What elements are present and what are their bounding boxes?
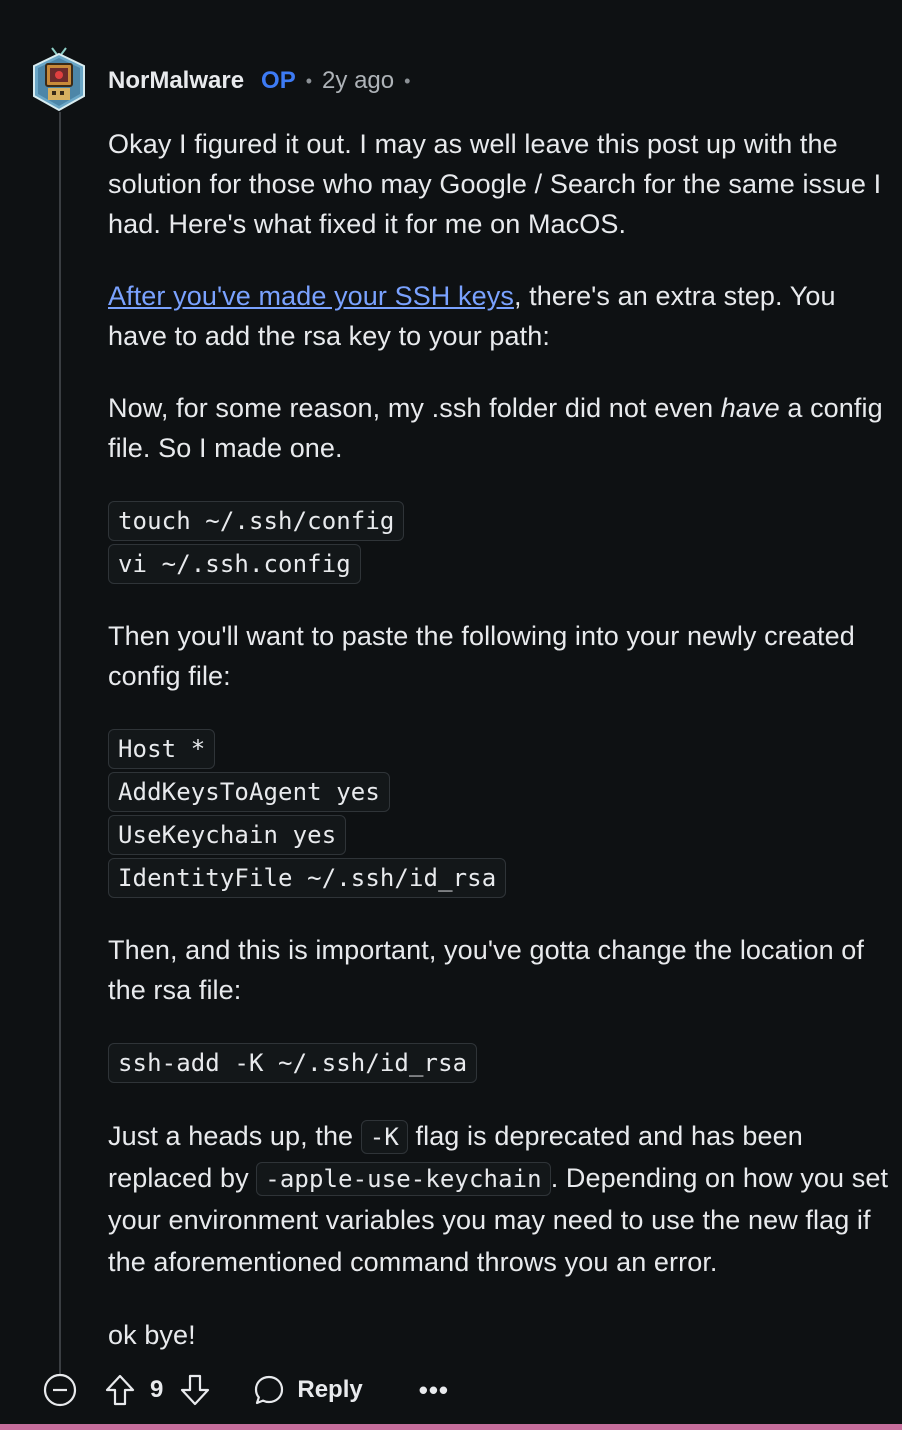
comment-body: Okay I figured it out. I may as well lea… xyxy=(108,124,898,1387)
comment-header: NorMalware OP • 2y ago • xyxy=(108,64,420,98)
paragraph: Okay I figured it out. I may as well lea… xyxy=(108,129,882,239)
avatar[interactable] xyxy=(30,44,88,112)
paragraph: Just a heads up, the -K flag is deprecat… xyxy=(108,1115,898,1283)
code-block: touch ~/.ssh/config vi ~/.ssh.config xyxy=(108,500,898,584)
code-line: AddKeysToAgent yes xyxy=(108,772,390,812)
more-options-button[interactable]: ••• xyxy=(419,1375,449,1406)
paragraph-text: Just a heads up, the xyxy=(108,1121,361,1151)
arrow-down-icon[interactable] xyxy=(179,1373,211,1407)
code-line: Host * xyxy=(108,729,216,769)
reply-button[interactable]: Reply xyxy=(253,1374,363,1406)
speech-bubble-icon xyxy=(255,1375,284,1405)
paragraph: Now, for some reason, my .ssh folder did… xyxy=(108,388,898,468)
code-line: UseKeychain yes xyxy=(108,815,347,855)
arrow-up-icon[interactable] xyxy=(104,1373,136,1407)
author-name[interactable]: NorMalware xyxy=(108,67,244,95)
paragraph: Then, and this is important, you've gott… xyxy=(108,935,865,1005)
thread-line[interactable] xyxy=(59,112,61,1374)
code-block: ssh-add -K ~/.ssh/id_rsa xyxy=(108,1042,898,1083)
ssh-keys-link[interactable]: After you've made your SSH keys xyxy=(108,281,514,311)
code-line: ssh-add -K ~/.ssh/id_rsa xyxy=(108,1043,478,1083)
comment-age[interactable]: 2y ago xyxy=(322,67,394,95)
paragraph: ok bye! xyxy=(108,1320,196,1350)
emphasis-text: have xyxy=(720,393,780,423)
bottom-accent-bar xyxy=(0,1424,902,1430)
paragraph: Then you'll want to paste the following … xyxy=(108,621,855,691)
reply-label: Reply xyxy=(297,1376,363,1403)
inline-code: -apple-use-keychain xyxy=(256,1162,551,1196)
comment-actions: 9 Reply ••• xyxy=(40,1366,449,1414)
separator-dot: • xyxy=(404,70,411,91)
comment: NorMalware OP • 2y ago • Okay I figured … xyxy=(0,0,902,1430)
inline-code: -K xyxy=(360,1120,408,1154)
vote-group: 9 xyxy=(104,1373,211,1407)
code-block: Host * AddKeysToAgent yes UseKeychain ye… xyxy=(108,728,898,898)
separator-dot: • xyxy=(305,70,313,91)
code-line: touch ~/.ssh/config xyxy=(108,501,405,541)
minus-circle-icon[interactable] xyxy=(40,1370,80,1410)
paragraph: After you've made your SSH keys, there's… xyxy=(108,276,898,356)
code-line: vi ~/.ssh.config xyxy=(108,544,361,584)
op-badge: OP xyxy=(261,67,296,94)
paragraph-text: Now, for some reason, my .ssh folder did… xyxy=(108,393,721,423)
vote-score: 9 xyxy=(150,1376,164,1403)
code-line: IdentityFile ~/.ssh/id_rsa xyxy=(108,858,507,898)
